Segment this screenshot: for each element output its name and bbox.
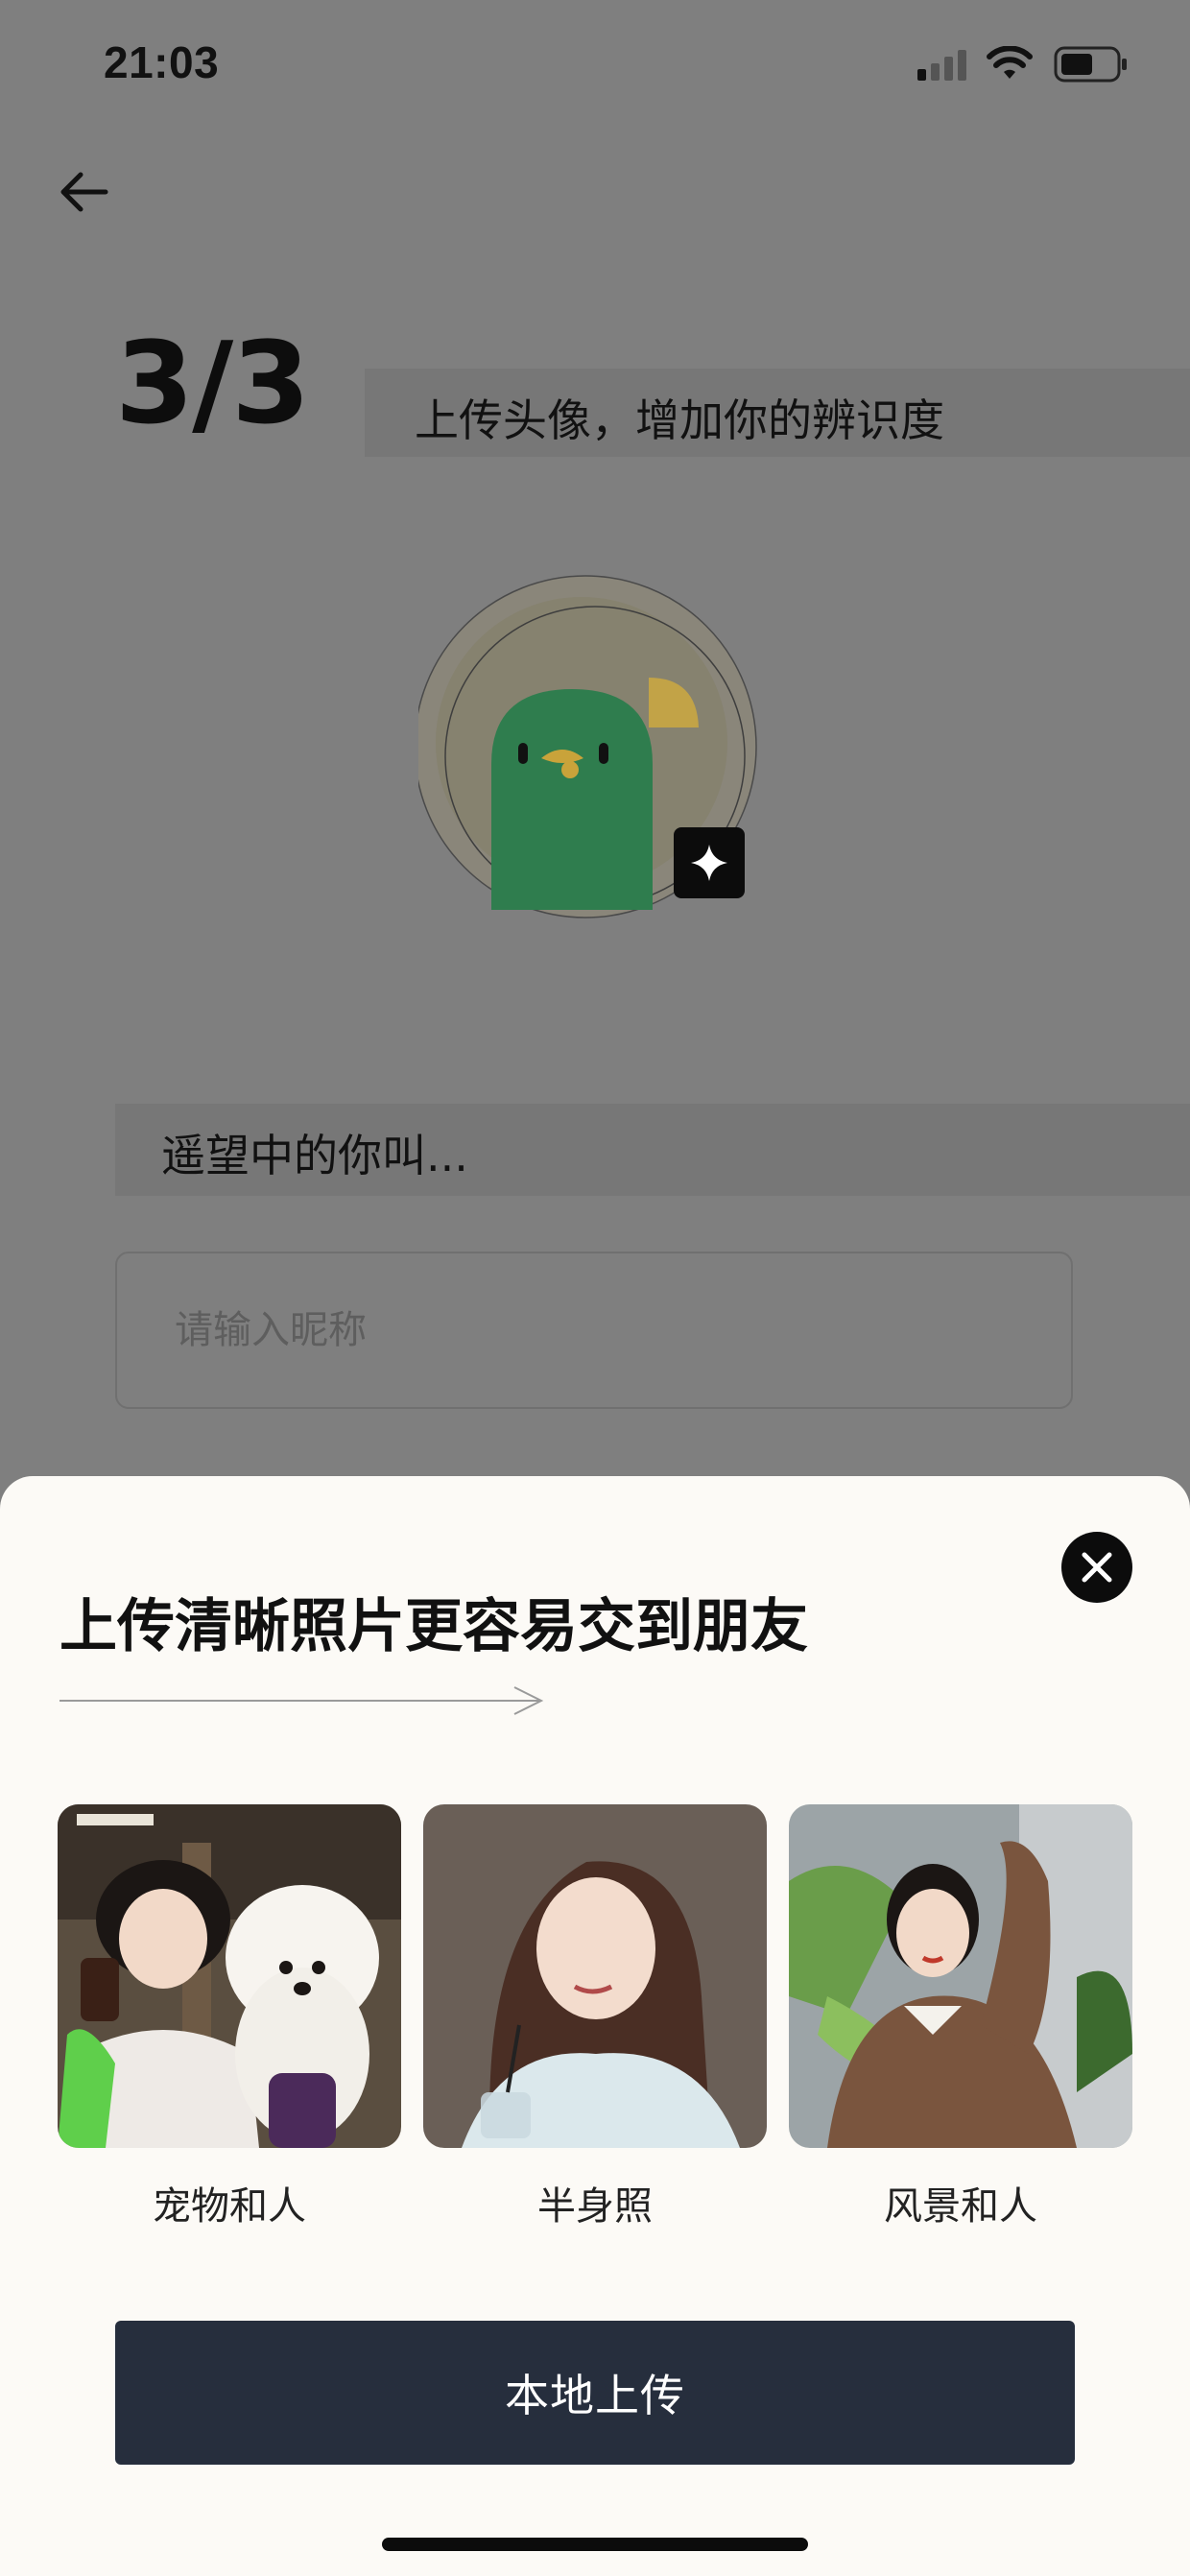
sparkle-icon <box>691 845 727 881</box>
status-time: 21:03 <box>104 37 220 87</box>
arrow-left-icon <box>60 172 108 212</box>
example-caption: 半身照 <box>537 2184 653 2229</box>
back-button[interactable] <box>54 161 115 223</box>
example-half-body: 半身照 <box>423 1804 767 2230</box>
example-caption: 风景和人 <box>884 2184 1037 2229</box>
example-caption: 宠物和人 <box>153 2184 306 2229</box>
green-bird-avatar <box>491 689 653 910</box>
example-photo-portrait <box>423 1804 767 2148</box>
nickname-label: 遥望中的你叫... <box>161 1130 468 1181</box>
upload-tips-sheet: 上传清晰照片更容易交到朋友 宠物和人 半身照 风景和人 本地上传 <box>0 1476 1190 2576</box>
step-counter: 3/3 <box>115 317 310 449</box>
example-scenery-and-person: 风景和人 <box>789 1804 1132 2230</box>
divider-arrow-icon <box>60 1686 544 1715</box>
sheet-title: 上传清晰照片更容易交到朋友 <box>60 1593 808 1660</box>
screen: 21:03 3/3 上传头像，增加你的辨识度 遥望中的你叫... 请输入昵称 上… <box>0 0 1190 2576</box>
nickname-input[interactable]: 请输入昵称 <box>115 1252 1073 1409</box>
local-upload-button[interactable]: 本地上传 <box>115 2321 1075 2465</box>
avatar-generate-button[interactable] <box>674 827 745 898</box>
status-bar: 21:03 <box>0 0 1190 134</box>
home-indicator <box>382 2538 808 2551</box>
example-photo-scenery <box>789 1804 1132 2148</box>
example-photo-pet <box>58 1804 401 2148</box>
battery-icon <box>1054 46 1127 83</box>
step-description: 上传头像，增加你的辨识度 <box>415 394 944 446</box>
close-button[interactable] <box>1061 1532 1132 1603</box>
wifi-icon <box>987 46 1033 79</box>
cellular-signal-icon <box>917 50 966 81</box>
close-icon <box>1082 1552 1112 1583</box>
example-pet-and-person: 宠物和人 <box>58 1804 401 2230</box>
